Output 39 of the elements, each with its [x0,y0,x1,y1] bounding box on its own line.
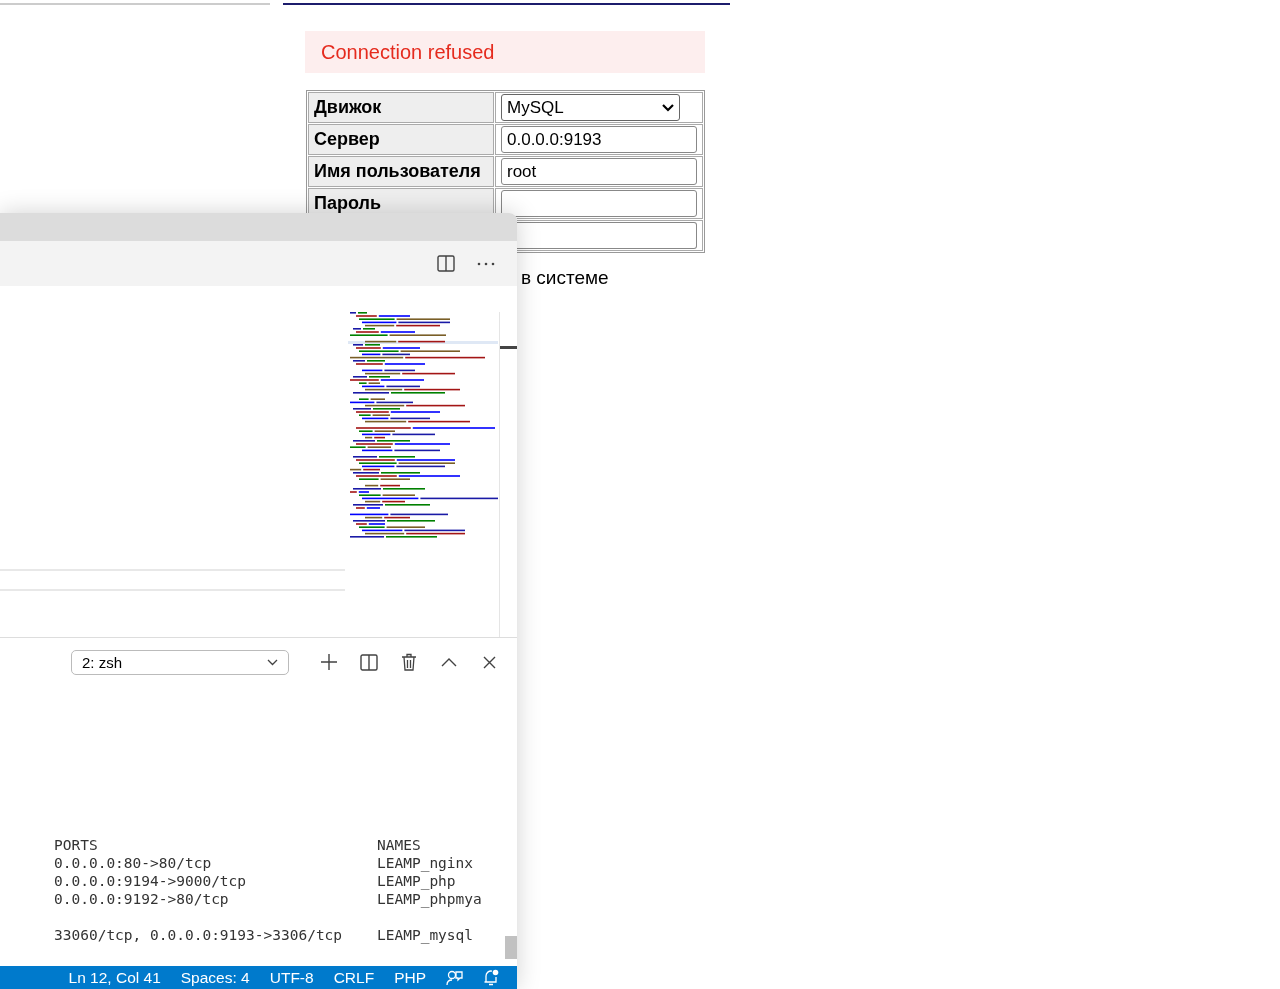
split-terminal-icon[interactable] [360,653,378,671]
terminal-text: LEAMP_nginx [377,854,474,872]
terminal-text: 33060/tcp, 0.0.0.0:9193->3306/tcp [54,927,343,943]
error-message: Connection refused [305,31,705,73]
field-label: Сервер [314,129,380,149]
trash-icon[interactable] [401,653,417,671]
engine-select[interactable]: MySQL [501,94,680,121]
remember-label: в системе [521,267,609,289]
input-field[interactable]: root [501,158,697,185]
field-label: Имя пользователя [314,161,481,181]
field-label: Пароль [314,193,381,213]
more-icon[interactable] [477,261,495,266]
terminal-text: LEAMP_phpmya [377,890,482,908]
close-icon[interactable] [482,655,496,669]
feedback-icon[interactable] [446,969,463,986]
split-editor-icon[interactable] [437,255,455,272]
terminal-text: 0.0.0.0:80->80/tcp [54,855,212,871]
bell-icon[interactable] [483,969,499,986]
terminal-text: PORTS [54,837,98,853]
terminal-text: 0.0.0.0:9194->9000/tcp [54,873,247,889]
input-field[interactable]: 0.0.0.0:9193 [501,126,697,153]
status-item[interactable]: UTF-8 [269,968,314,987]
input-field[interactable] [501,190,697,217]
terminal-text: LEAMP_php [377,872,456,890]
status-item[interactable]: CRLF [333,968,375,987]
terminal-text: LEAMP_mysql [377,926,474,944]
field-label: Движок [314,97,382,117]
terminal-text: NAMES [377,836,421,854]
status-item[interactable]: Ln 12, Col 41 [68,968,161,987]
input-field[interactable] [517,222,697,249]
status-item[interactable]: PHP [394,968,426,987]
scrollbar-thumb[interactable] [505,936,517,959]
terminal-select[interactable]: 2: zsh [71,649,289,675]
terminal-text: 0.0.0.0:9192->80/tcp [54,891,229,907]
plus-icon[interactable] [320,653,338,671]
chevron-icon [267,658,278,666]
chevron-up-icon[interactable] [441,657,457,667]
chevron-icon [662,103,674,112]
status-item[interactable]: Spaces: 4 [180,968,250,987]
